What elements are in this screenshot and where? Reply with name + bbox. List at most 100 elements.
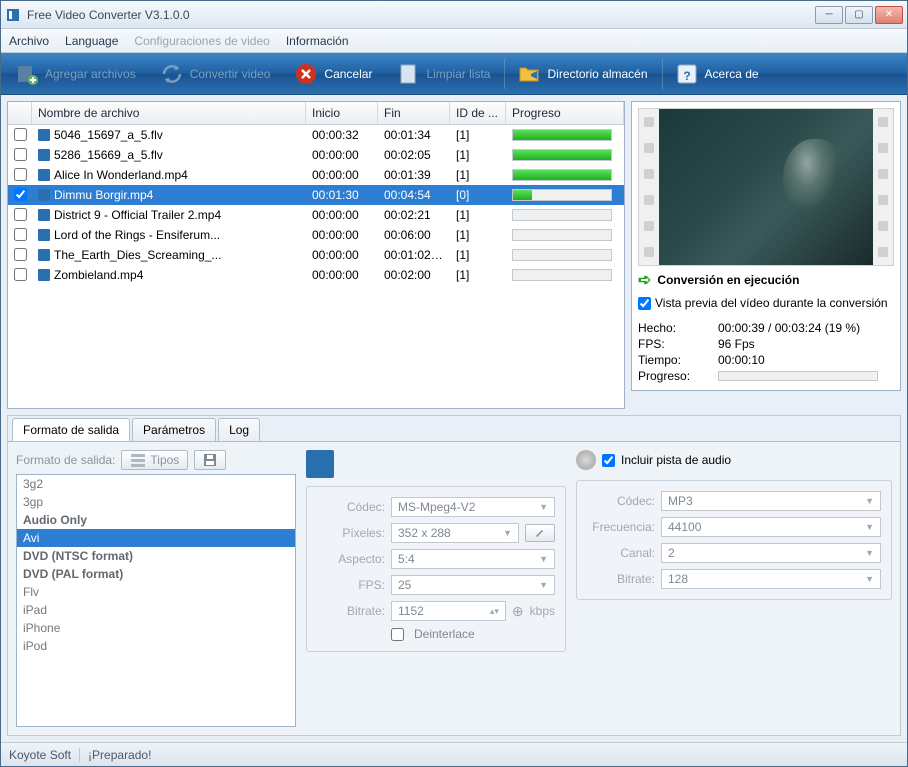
video-pixels-select[interactable]: 352 x 288▼: [391, 523, 519, 543]
audio-params-column: Incluir pista de audio Códec:MP3▼ Frecue…: [576, 450, 892, 727]
file-list-body[interactable]: 5046_15697_a_5.flv00:00:3200:01:34[1]528…: [8, 125, 624, 408]
row-checkbox[interactable]: [14, 248, 27, 261]
format-item[interactable]: iPod: [17, 637, 295, 655]
table-row[interactable]: The_Earth_Dies_Screaming_...00:00:0000:0…: [8, 245, 624, 265]
table-row[interactable]: 5286_15669_a_5.flv00:00:0000:02:05[1]: [8, 145, 624, 165]
tab-log[interactable]: Log: [218, 418, 260, 441]
col-end[interactable]: Fin: [378, 102, 450, 124]
format-item[interactable]: Flv: [17, 583, 295, 601]
video-preview: [638, 108, 894, 266]
tipos-button[interactable]: Tipos: [121, 450, 188, 470]
row-checkbox[interactable]: [14, 128, 27, 141]
menu-archivo[interactable]: Archivo: [9, 34, 49, 48]
end-time: 00:01:39: [378, 166, 450, 184]
video-bitrate-label: Bitrate:: [317, 604, 385, 618]
save-preset-button[interactable]: [194, 450, 226, 470]
menu-language[interactable]: Language: [65, 34, 118, 48]
cancel-button[interactable]: Cancelar: [284, 58, 382, 90]
upper-panel: Nombre de archivo Inicio Fin ID de ... P…: [7, 101, 901, 409]
tab-body: Formato de salida: Tipos 3g23gpAudio Onl…: [8, 441, 900, 735]
row-checkbox[interactable]: [14, 148, 27, 161]
audio-params-header: Incluir pista de audio: [576, 450, 892, 470]
table-row[interactable]: Lord of the Rings - Ensiferum...00:00:00…: [8, 225, 624, 245]
tab-parameters[interactable]: Parámetros: [132, 418, 216, 441]
audio-codec-select[interactable]: MP3▼: [661, 491, 881, 511]
fps-value: 96 Fps: [718, 337, 894, 351]
preview-checkbox-label: Vista previa del vídeo durante la conver…: [655, 296, 888, 310]
audio-bitrate-select[interactable]: 128▼: [661, 569, 881, 589]
table-row[interactable]: District 9 - Official Trailer 2.mp400:00…: [8, 205, 624, 225]
include-audio-checkbox[interactable]: [602, 454, 615, 467]
video-codec-select[interactable]: MS-Mpeg4-V2▼: [391, 497, 555, 517]
lower-panel: Formato de salida Parámetros Log Formato…: [7, 415, 901, 736]
preview-during-conversion-checkbox[interactable]: [638, 297, 651, 310]
col-start[interactable]: Inicio: [306, 102, 378, 124]
row-progress-bar: [512, 229, 612, 241]
about-button[interactable]: ? Acerca de: [662, 58, 769, 90]
statusbar: Koyote Soft ¡Preparado!: [1, 742, 907, 766]
file-name: Lord of the Rings - Ensiferum...: [54, 228, 220, 242]
bitrate-plus-icon[interactable]: ⊕: [512, 603, 524, 620]
menu-config[interactable]: Configuraciones de video: [134, 34, 269, 48]
main-area: Nombre de archivo Inicio Fin ID de ... P…: [1, 95, 907, 742]
row-checkbox[interactable]: [14, 228, 27, 241]
maximize-button[interactable]: ▢: [845, 6, 873, 24]
convert-button[interactable]: Convertir video: [150, 58, 281, 90]
add-icon: [15, 62, 39, 86]
preview-panel: ➪ Conversión en ejecución Vista previa d…: [631, 101, 901, 409]
tab-output-format[interactable]: Formato de salida: [12, 418, 130, 441]
table-row[interactable]: Zombieland.mp400:00:0000:02:00[1]: [8, 265, 624, 285]
format-list[interactable]: 3g23gpAudio OnlyAviDVD (NTSC format)DVD …: [16, 474, 296, 727]
video-aspect-select[interactable]: 5:4▼: [391, 549, 555, 569]
file-name: 5286_15669_a_5.flv: [54, 148, 163, 162]
format-item[interactable]: 3g2: [17, 475, 295, 493]
deinterlace-checkbox[interactable]: [391, 628, 404, 641]
format-item[interactable]: DVD (PAL format): [17, 565, 295, 583]
video-fps-select[interactable]: 25▼: [391, 575, 555, 595]
col-progress[interactable]: Progreso: [506, 102, 624, 124]
save-icon: [203, 453, 217, 467]
format-item[interactable]: DVD (NTSC format): [17, 547, 295, 565]
file-list-panel: Nombre de archivo Inicio Fin ID de ... P…: [7, 101, 625, 409]
format-item[interactable]: Audio Only: [17, 511, 295, 529]
end-time: 00:02:00: [378, 266, 450, 284]
table-row[interactable]: 5046_15697_a_5.flv00:00:3200:01:34[1]: [8, 125, 624, 145]
format-item[interactable]: iPhone: [17, 619, 295, 637]
col-check[interactable]: [8, 102, 32, 124]
row-checkbox[interactable]: [14, 268, 27, 281]
row-checkbox[interactable]: [14, 168, 27, 181]
add-files-button[interactable]: Agregar archivos: [5, 58, 146, 90]
col-id[interactable]: ID de ...: [450, 102, 506, 124]
menu-info[interactable]: Información: [286, 34, 349, 48]
film-sprockets-right: [873, 109, 893, 265]
format-toolbar: Formato de salida: Tipos: [16, 450, 296, 470]
pixels-edit-button[interactable]: [525, 524, 555, 542]
app-icon: [5, 7, 21, 23]
format-item[interactable]: 3gp: [17, 493, 295, 511]
film-sprockets-left: [639, 109, 659, 265]
row-progress-bar: [512, 149, 612, 161]
minimize-button[interactable]: ─: [815, 6, 843, 24]
preview-box: ➪ Conversión en ejecución Vista previa d…: [631, 101, 901, 391]
close-button[interactable]: ✕: [875, 6, 903, 24]
row-checkbox[interactable]: [14, 208, 27, 221]
clear-list-button[interactable]: Limpiar lista: [386, 58, 500, 90]
preview-frame: [659, 109, 873, 265]
row-checkbox[interactable]: [14, 188, 27, 201]
file-icon: [38, 149, 50, 161]
audio-channel-select[interactable]: 2▼: [661, 543, 881, 563]
file-name: Dimmu Borgir.mp4: [54, 188, 153, 202]
app-window: Free Video Converter V3.1.0.0 ─ ▢ ✕ Arch…: [0, 0, 908, 767]
format-item[interactable]: Avi: [17, 529, 295, 547]
video-bitrate-input[interactable]: 1152▴▾: [391, 601, 506, 621]
col-name[interactable]: Nombre de archivo: [32, 102, 306, 124]
convert-icon: [160, 62, 184, 86]
time-label: Tiempo:: [638, 353, 718, 367]
format-item[interactable]: iPad: [17, 601, 295, 619]
table-row[interactable]: Alice In Wonderland.mp400:00:0000:01:39[…: [8, 165, 624, 185]
id-value: [1]: [450, 126, 506, 144]
audio-freq-select[interactable]: 44100▼: [661, 517, 881, 537]
directory-button[interactable]: Directorio almacén: [504, 58, 657, 90]
start-time: 00:01:30: [306, 186, 378, 204]
table-row[interactable]: Dimmu Borgir.mp400:01:3000:04:54[0]: [8, 185, 624, 205]
